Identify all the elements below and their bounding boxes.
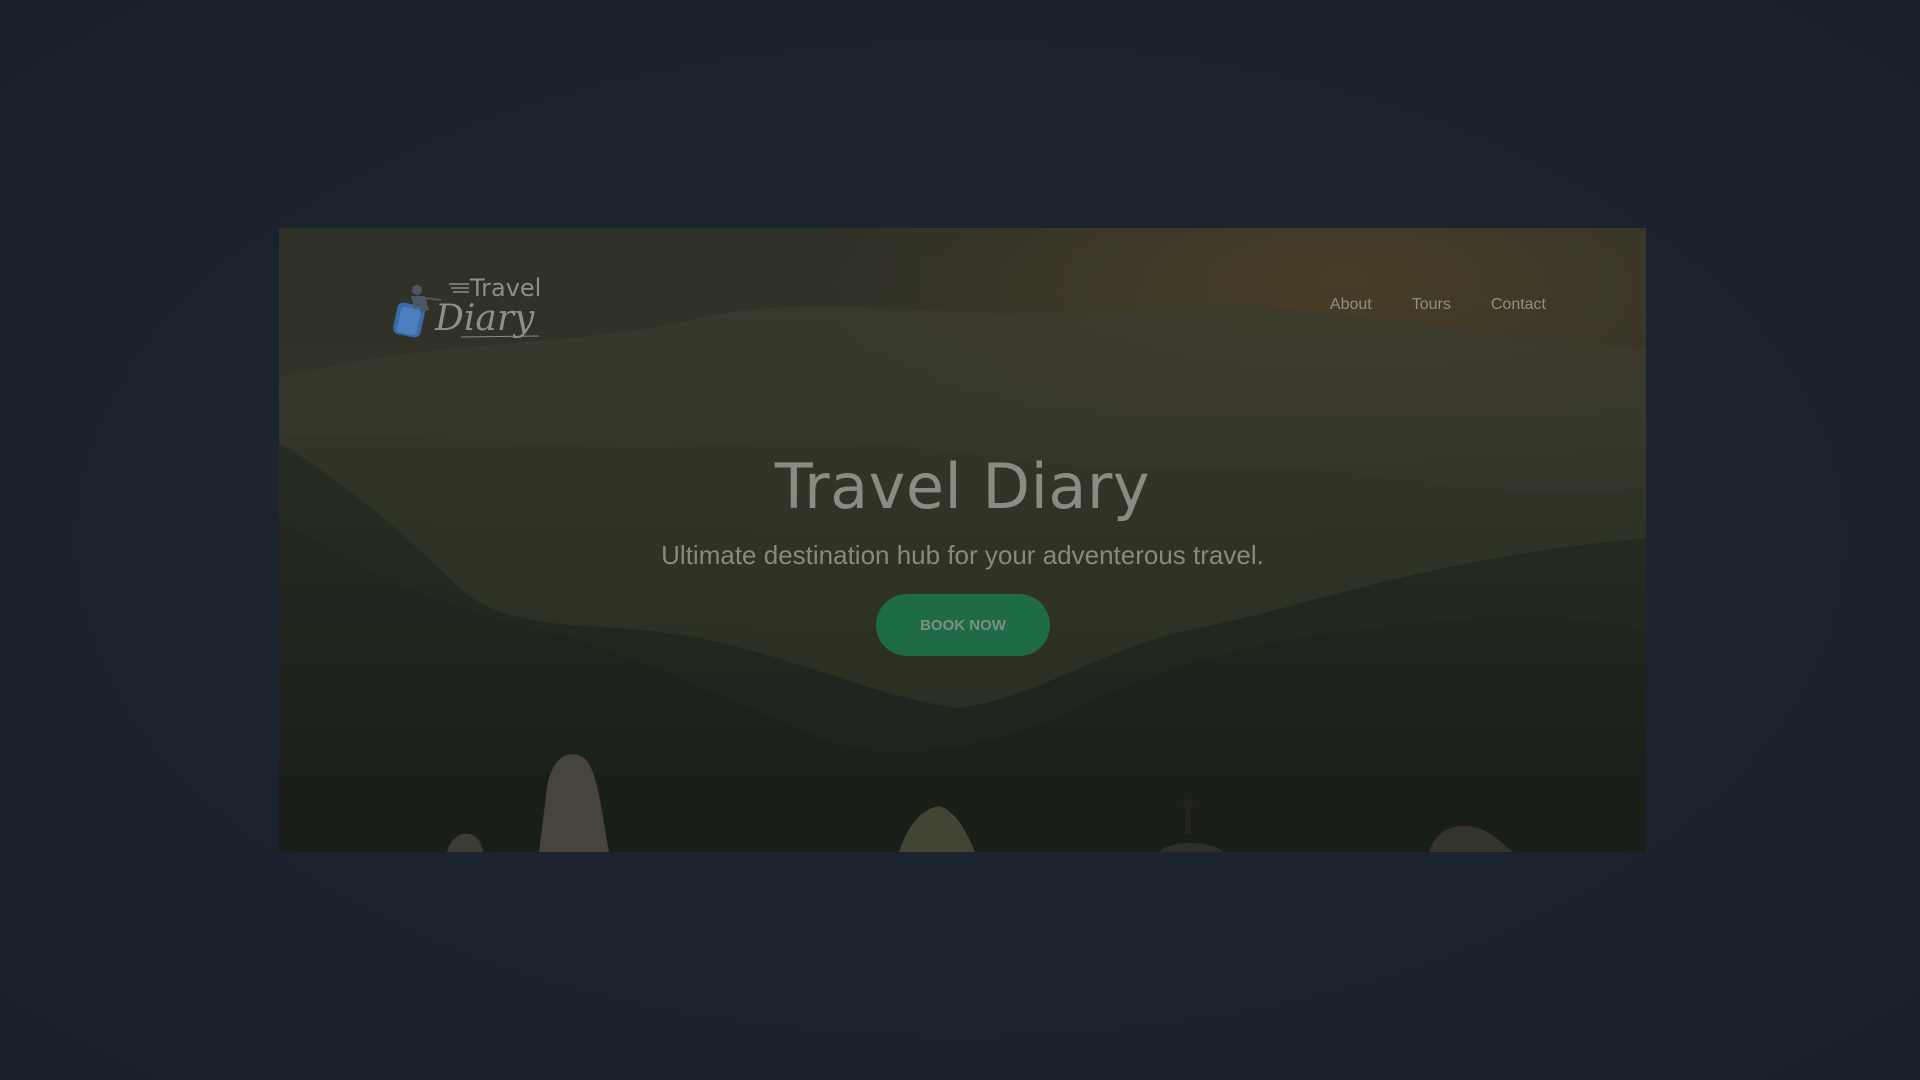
page: Travel Diary About Tours Contact Travel … [0, 0, 1920, 1080]
nav-item-contact[interactable]: Contact [1491, 296, 1546, 314]
nav-item-tours[interactable]: Tours [1412, 296, 1451, 314]
hero-subtitle: Ultimate destination hub for your advent… [661, 540, 1264, 570]
nav-item-about[interactable]: About [1330, 296, 1372, 314]
hero-title: Travel Diary [774, 450, 1151, 523]
hero-banner: Travel Diary About Tours Contact Travel … [279, 228, 1646, 852]
traveler-luggage-icon: Travel Diary [393, 274, 541, 339]
site-logo[interactable]: Travel Diary [389, 270, 559, 348]
logo-text-diary: Diary [434, 298, 535, 339]
main-nav: About Tours Contact [1330, 296, 1546, 314]
book-now-button[interactable]: BOOK NOW [876, 594, 1050, 656]
